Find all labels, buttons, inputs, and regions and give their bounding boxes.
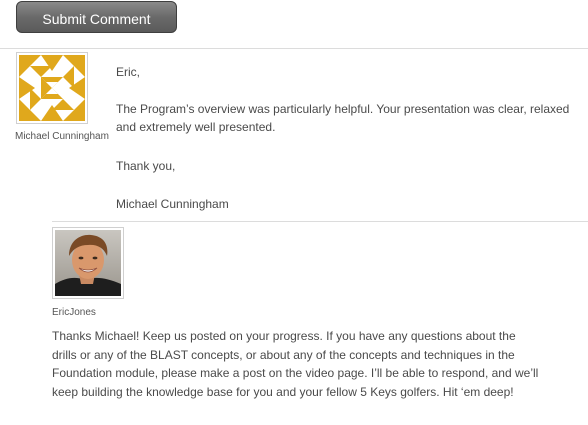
divider <box>0 48 588 49</box>
comment-author: EricJones <box>52 307 96 318</box>
comment-body: The Program’s overview was particularly … <box>116 102 570 134</box>
comment-thanks: Thank you, <box>116 159 176 173</box>
comment-greeting: Eric, <box>116 65 140 79</box>
identicon-avatar-icon <box>19 55 85 121</box>
avatar <box>52 227 124 299</box>
comment-body: Thanks Michael! Keep us posted on your p… <box>52 329 539 399</box>
comment-signature: Michael Cunningham <box>116 197 229 211</box>
submit-comment-button[interactable]: Submit Comment <box>16 1 177 33</box>
avatar <box>16 52 88 124</box>
divider <box>52 221 588 222</box>
user-photo-icon <box>55 230 121 296</box>
comment-author: Michael Cunningham <box>15 131 109 142</box>
